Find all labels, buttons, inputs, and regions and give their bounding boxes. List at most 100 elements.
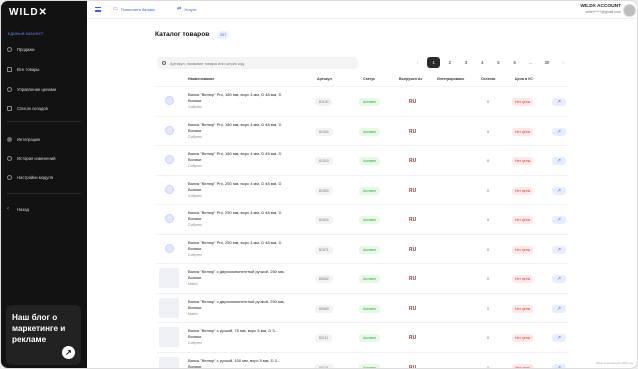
menu-icon[interactable] — [95, 7, 101, 12]
sku-badge: 80663 — [315, 304, 333, 313]
page-button-6[interactable]: 6 — [508, 57, 521, 68]
sidebar-item-label: История изменений — [17, 155, 56, 161]
search-icon — [162, 61, 166, 65]
table-row[interactable]: Валик "Велюр" Pro, 180 мм, ворс 4 мм, D … — [157, 145, 569, 174]
product-category: Волики — [188, 245, 202, 251]
product-name: Валик "Велюр" Pro, 180 мм, ворс 4 мм, D … — [188, 151, 282, 156]
account-name: WILDX ACCOUNT — [580, 4, 621, 9]
table-row[interactable]: Валик "Велюр" Pro, 250 мм, ворс 4 мм, D … — [157, 204, 569, 233]
page-button-5[interactable]: 5 — [492, 57, 505, 68]
table-row[interactable]: Валик "Велюр" Pro, 250 мм, ворс 4 мм, D … — [157, 174, 569, 204]
sidebar-divider — [7, 121, 81, 122]
open-product-button[interactable]: ↗ — [552, 157, 566, 165]
status-badge: Активен — [359, 186, 381, 195]
open-product-button[interactable]: ↗ — [552, 334, 566, 342]
column-header-stock[interactable]: Остатки — [481, 77, 495, 81]
column-header-sku[interactable]: Артикул — [317, 77, 332, 81]
prev-page-button[interactable]: ‹ — [411, 57, 424, 68]
marketplace-flag: RU — [409, 217, 417, 223]
topup-balance-link[interactable]: ▭ Пополнить баланс — [113, 6, 155, 12]
stock-value: 0 — [487, 187, 490, 193]
status-badge: Активен — [359, 98, 381, 106]
marketplace-flag: RU — [409, 99, 417, 105]
product-brand: Сибртех — [188, 252, 202, 257]
status-badge: Активен — [359, 275, 381, 283]
stock-value: 0 — [487, 99, 490, 104]
open-product-button[interactable]: ↗ — [552, 127, 566, 136]
table-row[interactable]: Валик "Велюр" Pro, 180 мм, ворс 4 мм, D … — [157, 115, 569, 145]
table-row[interactable]: Валик "Велюр" с ручкой, 100 мм, ворс 5 м… — [157, 351, 569, 369]
open-product-button[interactable]: ↗ — [552, 98, 566, 106]
product-thumbnail — [159, 356, 179, 368]
sidebar-item-integrations[interactable]: Интеграции — [7, 134, 83, 144]
column-header-uploaded[interactable]: Выгружен из — [399, 77, 422, 81]
account-info[interactable]: WILDX ACCOUNT seller*****@gmail.com — [580, 4, 621, 14]
open-product-button[interactable]: ↗ — [552, 304, 566, 313]
product-brand: Сибртех — [188, 164, 202, 169]
sidebar-item-settings[interactable]: Настройки модуля — [7, 172, 83, 182]
table-row[interactable]: Валик "Велюр" Pro, 250 мм, ворс 4 мм, D … — [157, 233, 569, 263]
services-label: Услуги — [184, 6, 197, 12]
price-badge: Нет цены — [512, 304, 534, 313]
stock-value: 0 — [487, 276, 490, 281]
page-button-30[interactable]: 30 — [541, 57, 554, 68]
sidebar-item-back[interactable]: ‹ Назад — [7, 204, 83, 214]
sidebar-item-history[interactable]: История изменений — [7, 153, 83, 163]
sidebar-item-price-management[interactable]: Управление ценами — [7, 84, 83, 94]
product-name-cell[interactable]: Валик "Велюр" Pro, 250 мм, ворс 4 мм, D … — [188, 181, 288, 200]
open-product-button[interactable]: ↗ — [552, 363, 566, 368]
account-email: seller*****@gmail.com — [585, 10, 621, 14]
stock-value: 0 — [487, 158, 490, 163]
search-box[interactable] — [157, 57, 358, 69]
sidebar-item-all-products[interactable]: Все товары — [7, 64, 83, 74]
stock-value: 0 — [487, 246, 490, 252]
page-button-3[interactable]: 3 — [460, 57, 473, 68]
product-name-cell[interactable]: Валик "Велюр" Pro, 250 мм, ворс 4 мм, D … — [188, 240, 288, 259]
product-name-cell[interactable]: Валик "Велюр" Pro, 180 мм, ворс 4 мм, D … — [188, 151, 288, 170]
page-button-4[interactable]: 4 — [476, 57, 489, 68]
marketplace-flag: RU — [409, 305, 417, 312]
product-name-cell[interactable]: Валик "Велюр" с ручкой, 100 мм, ворс 5 м… — [188, 358, 288, 369]
column-header-price[interactable]: Цена в УС — [515, 77, 533, 81]
open-product-button[interactable]: ↗ — [552, 275, 566, 283]
blog-card[interactable]: Наш блог о маркетинге и рекламе ↗ — [6, 305, 81, 365]
table-row[interactable]: Валик "Велюр" с двухкомпонентной ручкой,… — [157, 292, 569, 322]
table-row[interactable]: Валик "Велюр" с ручкой, 75 мм, ворс 5 мм… — [157, 322, 569, 351]
open-product-button[interactable]: ↗ — [552, 216, 566, 224]
product-name: Валик "Велюр" Pro, 250 мм, ворс 4 мм, D … — [188, 180, 282, 186]
avatar[interactable] — [623, 4, 636, 17]
sku-badge: 80662 — [315, 275, 333, 283]
column-header-integrated[interactable]: Интегрировано — [437, 77, 464, 81]
product-name-cell[interactable]: Валик "Велюр" Pro, 180 мм, ворс 4 мм, D … — [188, 122, 288, 141]
table-row[interactable]: Валик "Велюр" с двухкомпонентной ручкой,… — [157, 263, 569, 292]
services-link[interactable]: ⇄ Услуги — [177, 6, 197, 12]
open-product-button[interactable]: ↗ — [552, 245, 566, 254]
stock-value: 0 — [487, 335, 490, 340]
column-header-status[interactable]: Статус — [363, 77, 375, 81]
table-row[interactable]: Валик "Велюр" Pro, 180 мм, ворс 4 мм, D … — [157, 86, 569, 115]
product-name-cell[interactable]: Валик "Велюр" Pro, 180 мм, ворс 4 мм, D … — [188, 92, 288, 111]
product-name-cell[interactable]: Валик "Велюр" с двухкомпонентной ручкой,… — [188, 269, 288, 288]
sidebar-item-sales[interactable]: Продажи — [7, 44, 83, 54]
product-thumbnail — [165, 184, 174, 194]
stock-value: 0 — [487, 128, 490, 134]
page-button-2[interactable]: 2 — [443, 57, 456, 68]
marketplace-flag: RU — [409, 158, 417, 164]
product-name-cell[interactable]: Валик "Велюр" с ручкой, 75 мм, ворс 5 мм… — [188, 328, 288, 347]
arrow-up-right-icon[interactable]: ↗ — [62, 346, 75, 359]
page-button-1[interactable]: 1 — [427, 57, 441, 68]
product-category: Волики — [188, 363, 202, 369]
product-brand: Сибртех — [188, 223, 202, 228]
product-brand: Matrix — [188, 282, 198, 287]
product-name: Валик "Велюр" с двухкомпонентной ручкой,… — [188, 298, 285, 304]
search-input[interactable] — [170, 60, 350, 66]
next-page-button[interactable]: › — [557, 57, 570, 68]
open-product-button[interactable]: ↗ — [552, 186, 566, 195]
stock-value: 0 — [487, 364, 490, 369]
product-name-cell[interactable]: Валик "Велюр" с двухкомпонентной ручкой,… — [188, 299, 288, 318]
logo: WILD✕ — [9, 7, 48, 18]
status-badge: Активен — [359, 363, 381, 368]
sidebar-item-warehouses[interactable]: Список складов — [7, 103, 83, 113]
product-name-cell[interactable]: Валик "Велюр" Pro, 250 мм, ворс 4 мм, D … — [188, 210, 288, 229]
column-header-name[interactable]: Наименование — [188, 77, 214, 81]
